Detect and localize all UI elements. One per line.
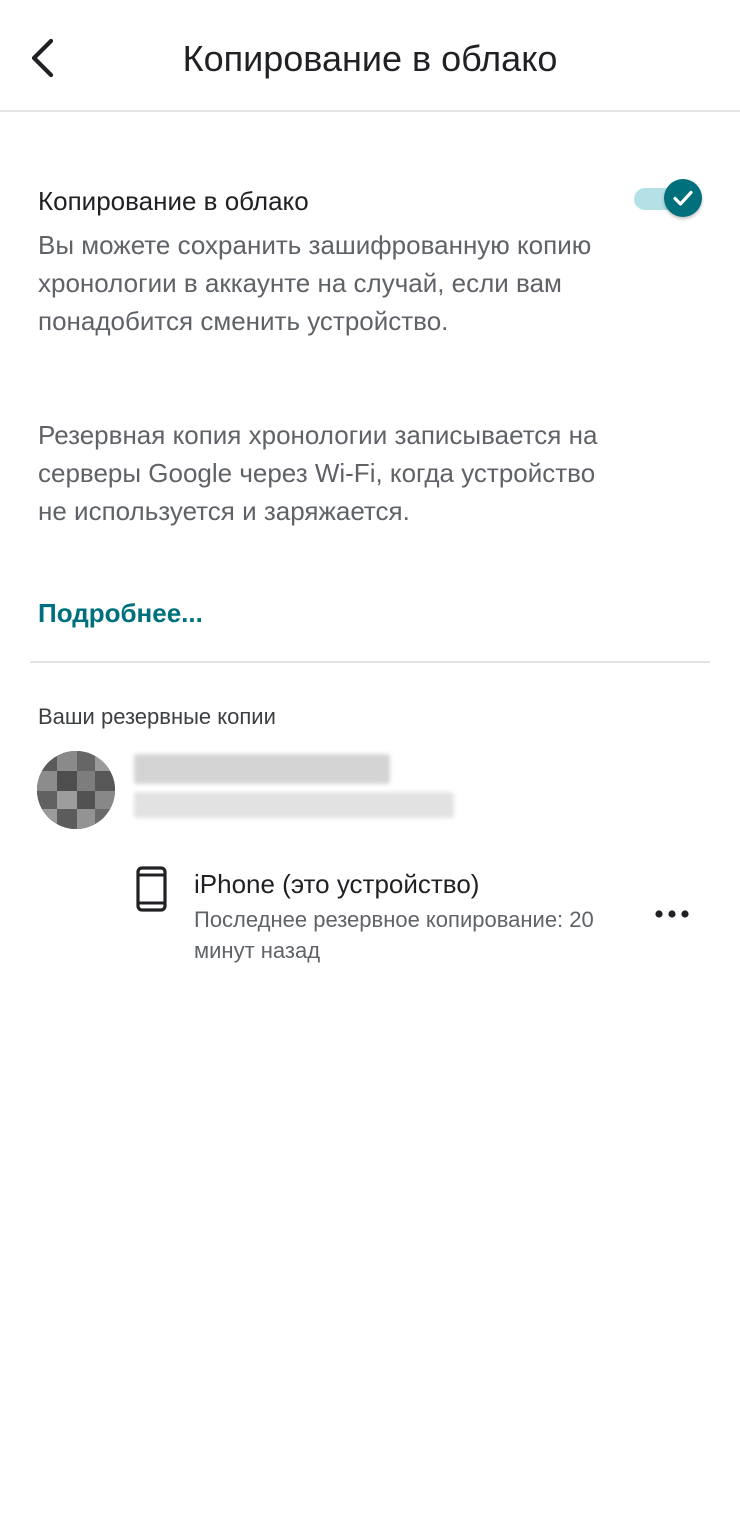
- setting-description: Вы можете сохранить зашифрованную копию …: [38, 230, 592, 336]
- setting-description-details: Резервная копия хронологии записывается …: [38, 420, 598, 526]
- device-more-button[interactable]: [642, 892, 702, 936]
- cloud-backup-screen: Копирование в облако Копирование в облак…: [0, 0, 740, 1518]
- checkmark-icon: [673, 190, 693, 206]
- section-divider: [30, 661, 710, 663]
- top-app-bar: Копирование в облако: [0, 0, 740, 112]
- backups-section-label: Ваши резервные копии: [38, 704, 276, 729]
- smartphone-icon: [136, 866, 167, 912]
- learn-more-link[interactable]: Подробнее...: [38, 594, 203, 632]
- more-horizontal-icon: [655, 910, 689, 918]
- device-name: iPhone (это устройство): [194, 869, 480, 899]
- account-email-redacted: [134, 792, 454, 818]
- cloud-backup-setting-title: Копирование в облако: [38, 186, 309, 216]
- device-backup-item[interactable]: iPhone (это устройство) Последнее резерв…: [120, 856, 720, 976]
- account-name-redacted: [134, 754, 390, 784]
- cloud-backup-toggle[interactable]: [632, 178, 704, 220]
- device-last-backup: Последнее резервное копирование: 20 мину…: [194, 907, 594, 963]
- page-title: Копирование в облако: [182, 38, 558, 79]
- account-avatar: [37, 751, 115, 829]
- toggle-thumb: [664, 179, 702, 217]
